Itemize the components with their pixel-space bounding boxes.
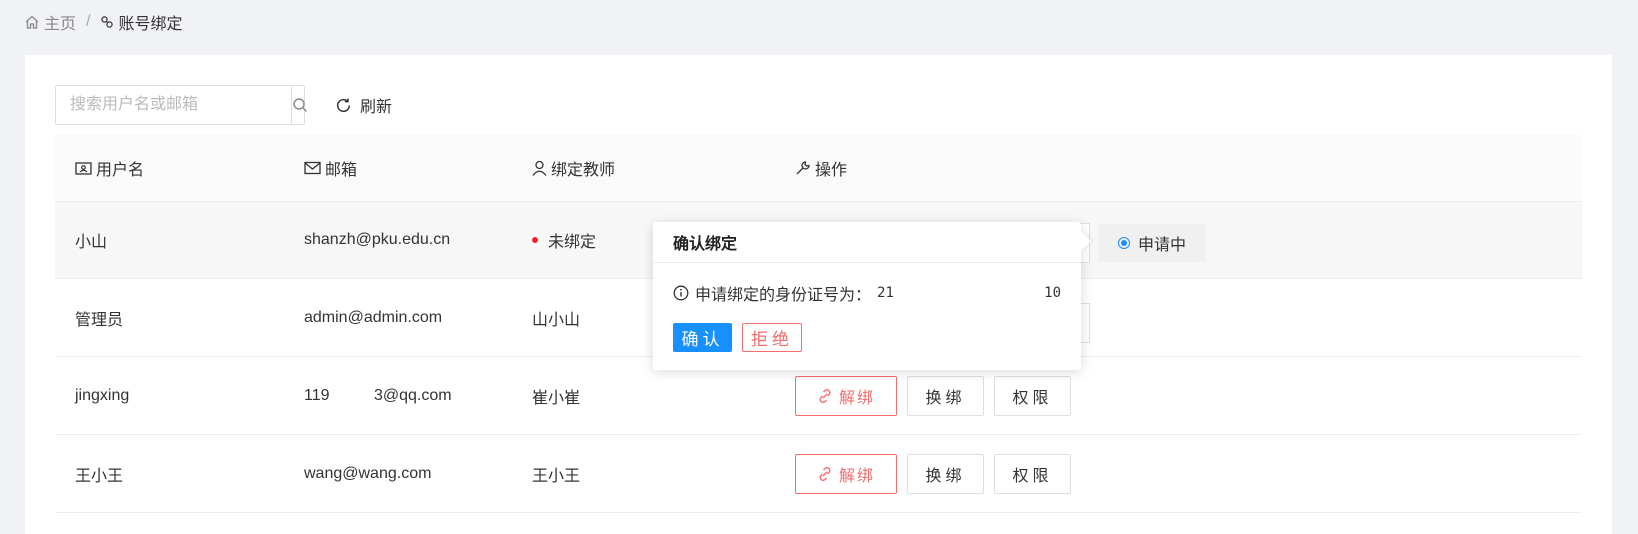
cell-teacher: 王小王	[532, 467, 581, 485]
unbind-button[interactable]: 解绑	[795, 453, 897, 494]
confirm-bind-popover: 确认绑定 申请绑定的身份证号为： 21 10 确认 拒绝	[653, 222, 1081, 370]
header-email: 邮箱	[284, 156, 512, 180]
breadcrumb: 主页 / 账号绑定	[24, 10, 182, 34]
breadcrumb-home[interactable]: 主页	[24, 10, 76, 34]
popover-actions: 确认 拒绝	[653, 305, 1081, 352]
permission-button[interactable]: 权限	[994, 375, 1071, 416]
header-teacher-label: 绑定教师	[551, 162, 616, 179]
permission-button[interactable]: 权限	[994, 453, 1071, 494]
cell-username: 王小王	[75, 467, 124, 485]
breadcrumb-current-label: 账号绑定	[118, 16, 183, 33]
cell-teacher-label: 未绑定	[548, 234, 597, 251]
cell-username: jingxing	[75, 386, 130, 404]
unbind-label: 解绑	[838, 467, 875, 485]
cell-email: wang@wang.com	[304, 464, 432, 482]
search-box	[55, 85, 308, 125]
header-username-label: 用户名	[96, 162, 145, 179]
header-actions: 操作	[775, 156, 1582, 180]
status-badge[interactable]: 申请中	[1098, 224, 1206, 262]
popover-id-suffix: 10	[1044, 285, 1061, 301]
header-email-label: 邮箱	[325, 162, 358, 179]
wrench-icon	[795, 160, 811, 176]
search-input[interactable]	[56, 86, 291, 124]
cell-email: 119 3@qq.com	[304, 386, 452, 404]
hidden-button-edge[interactable]	[1080, 303, 1090, 343]
cell-teacher: 崔小崔	[532, 389, 581, 407]
mail-icon	[304, 161, 321, 175]
cell-email: admin@admin.com	[304, 308, 443, 326]
table-row: 王小王 wang@wang.com 王小王 解绑 换绑 权限	[55, 435, 1582, 513]
popover-id-prefix: 21	[877, 285, 894, 301]
id-card-icon	[75, 161, 92, 176]
cell-actions: 解绑 换绑 权限	[775, 375, 1582, 416]
unlink-icon	[817, 466, 833, 482]
reject-button[interactable]: 拒绝	[742, 323, 802, 352]
unbind-button[interactable]: 解绑	[795, 375, 897, 416]
header-actions-label: 操作	[815, 162, 848, 179]
popover-title: 确认绑定	[653, 222, 1081, 263]
confirm-button[interactable]: 确认	[673, 323, 732, 352]
swap-button[interactable]: 换绑	[907, 453, 984, 494]
unbind-label: 解绑	[838, 389, 875, 407]
popover-body: 申请绑定的身份证号为： 21 10	[653, 263, 1081, 305]
cell-username: 小山	[75, 234, 108, 251]
table-header: 用户名 邮箱 绑定教师 操作	[55, 135, 1582, 202]
status-label: 申请中	[1137, 237, 1186, 254]
unlink-icon	[817, 388, 833, 404]
cell-actions: 解绑 换绑 权限	[775, 453, 1582, 494]
refresh-icon	[335, 97, 352, 114]
refresh-button[interactable]: 刷新	[335, 93, 392, 117]
cell-username: 管理员	[75, 311, 124, 329]
search-icon	[292, 97, 308, 113]
breadcrumb-current: 账号绑定	[100, 10, 182, 34]
breadcrumb-separator: /	[86, 13, 91, 30]
toolbar: 刷新	[55, 85, 392, 125]
unbound-status-dot	[532, 237, 538, 243]
user-icon	[532, 160, 547, 176]
breadcrumb-home-label: 主页	[44, 16, 77, 33]
home-icon	[24, 14, 40, 30]
header-username: 用户名	[55, 156, 284, 180]
search-button[interactable]	[291, 86, 308, 124]
refresh-label: 刷新	[360, 99, 393, 116]
swap-button[interactable]: 换绑	[907, 375, 984, 416]
pending-radio-icon	[1117, 237, 1130, 249]
popover-message: 申请绑定的身份证号为：	[695, 287, 872, 304]
cell-email: shanzh@pku.edu.cn	[304, 231, 451, 248]
header-teacher: 绑定教师	[512, 156, 775, 180]
info-icon	[673, 285, 689, 301]
link-icon	[100, 15, 114, 29]
